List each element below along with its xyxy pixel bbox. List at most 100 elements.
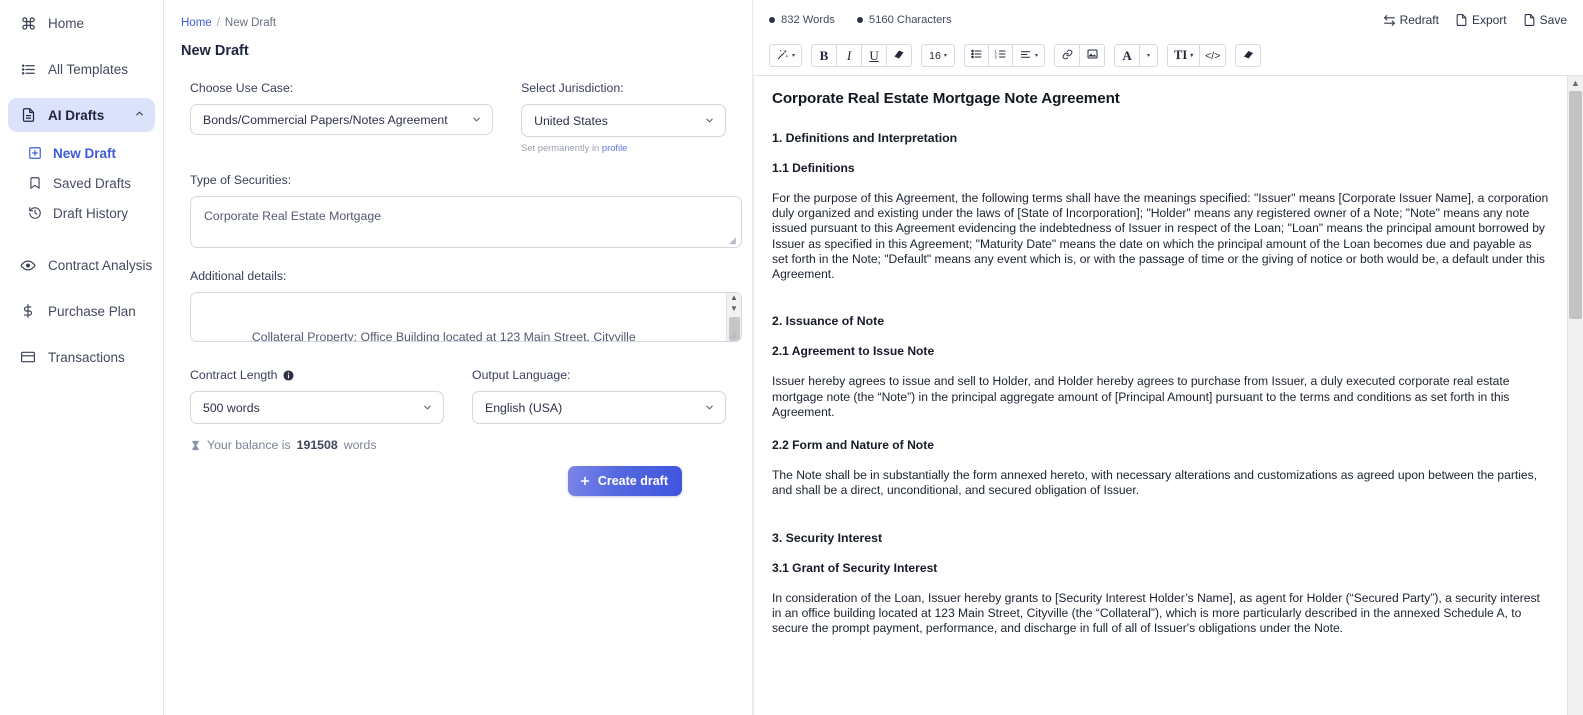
bullet-list-button[interactable]	[964, 44, 990, 67]
sidebar-item-draft-history[interactable]: Draft History	[8, 198, 155, 228]
output-language-select[interactable]: English (USA)	[472, 391, 726, 424]
document-paragraph: In consideration of the Loan, Issuer her…	[772, 590, 1540, 636]
document-title: Corporate Real Estate Mortgage Note Agre…	[772, 90, 1120, 107]
toolbar-group-font-size: 16 ▾	[921, 44, 956, 67]
export-button[interactable]: Export	[1455, 13, 1507, 27]
draft-form-pane: Home / New Draft New Draft Choose Use Case…	[164, 0, 753, 715]
magic-wand-button[interactable]: ▾	[769, 44, 803, 67]
document-paragraph: For the purpose of this Agreement, the f…	[772, 191, 1549, 282]
sidebar: Home All Templates AI Drafts New Draft S…	[0, 0, 164, 715]
form-row-2: Contract Length 500 words Output Languag…	[190, 368, 726, 424]
sidebar-item-contract-analysis[interactable]: Contract Analysis	[8, 248, 155, 282]
editor-pane: 832 Words 5160 Characters Redraft Export…	[753, 0, 1583, 715]
scrollbar-thumb[interactable]	[1569, 91, 1582, 319]
sidebar-subitem-label: Saved Drafts	[53, 175, 132, 191]
create-draft-button[interactable]: Create draft	[567, 466, 682, 496]
editor-counts: 832 Words 5160 Characters	[769, 14, 952, 26]
output-language-label: Output Language:	[472, 368, 571, 382]
document-heading: 3. Security Interest	[772, 530, 883, 545]
italic-button[interactable]: I	[836, 44, 863, 67]
highlighter-button[interactable]	[886, 44, 913, 67]
document-scrollbar[interactable]: ▲	[1567, 76, 1583, 715]
text-style-caret-icon: ▾	[1190, 53, 1194, 59]
contract-length-select[interactable]: 500 words	[190, 391, 444, 424]
sidebar-item-purchase-plan[interactable]: Purchase Plan	[8, 294, 155, 328]
bold-button[interactable]: B	[811, 44, 838, 67]
contract-length-label-text: Contract Length	[190, 368, 278, 382]
balance-amount: 191508	[296, 438, 338, 452]
character-count-text: 5160 Characters	[868, 14, 952, 26]
magic-caret-icon: ▾	[792, 53, 796, 59]
file-export-icon	[1455, 13, 1468, 27]
redraft-button[interactable]: Redraft	[1383, 13, 1439, 27]
sidebar-item-new-draft[interactable]: New Draft	[8, 138, 155, 168]
additional-details-line1-a: Collateral Property: Office Building loc…	[251, 329, 594, 342]
jurisdiction-value: United States	[534, 113, 608, 128]
profile-link[interactable]: profile	[602, 142, 628, 153]
resize-handle-icon[interactable]: ◢	[729, 236, 739, 246]
breadcrumb-home-link[interactable]: Home	[181, 17, 212, 29]
file-save-icon	[1523, 13, 1536, 27]
export-label: Export	[1471, 13, 1507, 27]
document-icon	[18, 106, 38, 124]
underline-button[interactable]: U	[861, 44, 888, 67]
editor-header: 832 Words 5160 Characters Redraft Export…	[753, 0, 1583, 40]
sidebar-item-ai-drafts[interactable]: AI Drafts	[8, 98, 155, 132]
image-button[interactable]	[1079, 44, 1106, 67]
save-button[interactable]: Save	[1523, 13, 1567, 27]
plus-icon	[579, 475, 591, 487]
text-style-button[interactable]: TI ▾	[1167, 44, 1201, 67]
info-icon[interactable]	[282, 369, 294, 381]
font-size-button[interactable]: 16 ▾	[921, 44, 956, 67]
eye-icon	[18, 256, 38, 274]
text-color-button[interactable]: A	[1114, 44, 1141, 67]
sidebar-item-all-templates[interactable]: All Templates	[8, 52, 155, 86]
jurisdiction-select[interactable]: United States	[521, 104, 726, 137]
word-count: 832 Words	[769, 14, 835, 26]
balance-status: Your balance is 191508 words	[190, 438, 726, 452]
sidebar-item-saved-drafts[interactable]: Saved Drafts	[8, 168, 155, 198]
document-spacer	[772, 517, 1549, 531]
balance-prefix: Your balance is	[207, 438, 291, 452]
bullet-list-icon	[970, 48, 983, 63]
text-style-label: TI	[1174, 48, 1188, 62]
securities-field: Type of Securities: Corporate Real Estat…	[190, 173, 742, 248]
jurisdiction-label: Select Jurisdiction:	[521, 81, 624, 95]
use-case-label: Choose Use Case:	[190, 81, 294, 95]
document-heading: 1.1 Definitions	[772, 161, 855, 175]
chevron-down-icon	[703, 115, 715, 127]
sidebar-item-label: All Templates	[48, 61, 129, 77]
sidebar-item-label: Home	[48, 15, 85, 31]
code-button[interactable]: </>	[1199, 44, 1227, 67]
sidebar-item-transactions[interactable]: Transactions	[8, 340, 155, 374]
link-button[interactable]	[1054, 44, 1081, 67]
editor-header-actions: Redraft Export Save	[1383, 13, 1567, 27]
bookmark-icon	[26, 175, 44, 192]
align-button[interactable]: ▾	[1012, 44, 1046, 67]
clear-format-button[interactable]	[1235, 44, 1262, 67]
resize-handle-icon[interactable]: ◢	[729, 330, 739, 340]
breadcrumb-separator: /	[216, 17, 220, 29]
additional-details-label: Additional details:	[190, 269, 287, 283]
scroll-down-arrow-icon[interactable]: ▼	[730, 304, 738, 315]
sidebar-item-home[interactable]: Home	[8, 6, 155, 40]
chevron-up-icon[interactable]	[134, 108, 145, 122]
additional-details-textarea[interactable]: Collateral Property: Office Building loc…	[190, 292, 742, 342]
scroll-up-arrow-icon[interactable]: ▲	[1571, 77, 1580, 90]
draft-form: Choose Use Case: Bonds/Commercial Papers…	[164, 59, 752, 496]
chevron-down-icon	[421, 402, 433, 414]
history-icon	[26, 205, 44, 222]
text-color-caret-button[interactable]: ▾	[1139, 44, 1159, 67]
use-case-select[interactable]: Bonds/Commercial Papers/Notes Agreement	[190, 104, 494, 135]
scroll-up-arrow-icon[interactable]: ▲	[730, 293, 738, 304]
numbered-list-button[interactable]: 123	[988, 44, 1014, 67]
document-spacer	[772, 300, 1549, 314]
securities-textarea[interactable]: Corporate Real Estate Mortgage ◢	[190, 196, 742, 248]
credit-card-icon	[18, 348, 38, 366]
redraft-label: Redraft	[1399, 13, 1439, 27]
breadcrumb-current: New Draft	[224, 17, 277, 29]
document-body[interactable]: Corporate Real Estate Mortgage Note Agre…	[753, 76, 1567, 715]
page-title: New Draft	[181, 43, 249, 59]
